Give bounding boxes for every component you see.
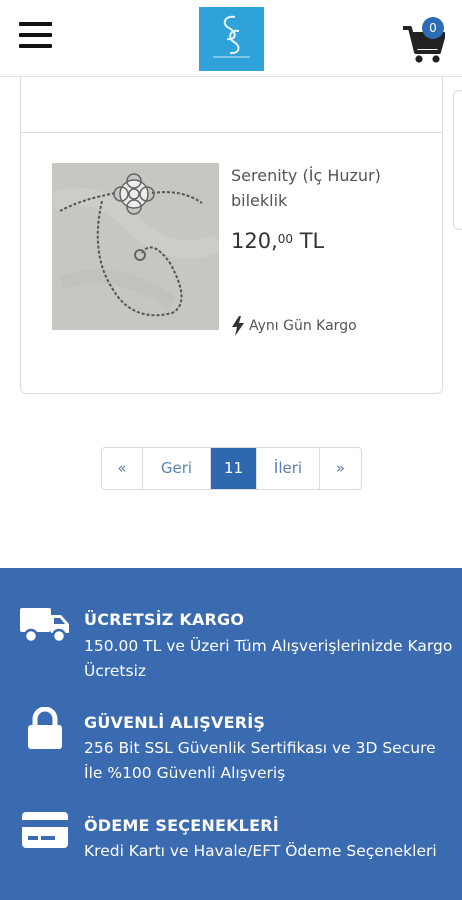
pagination-last[interactable]: » bbox=[320, 448, 361, 489]
product-name[interactable]: Serenity (İç Huzur) bileklik bbox=[231, 163, 421, 213]
pagination-next[interactable]: İleri bbox=[257, 448, 320, 489]
feature-description: 256 Bit SSL Güvenlik Sertifikası ve 3D S… bbox=[84, 739, 436, 782]
pagination: « Geri 11 İleri » bbox=[101, 447, 362, 490]
lock-icon bbox=[28, 707, 62, 749]
product-price: 120,00 TL bbox=[231, 229, 324, 253]
hamburger-menu-icon[interactable] bbox=[19, 22, 52, 52]
feature-title: ÖDEME SEÇENEKLERİ bbox=[84, 816, 279, 835]
pagination-prev[interactable]: Geri bbox=[143, 448, 211, 489]
product-image[interactable] bbox=[52, 163, 219, 330]
feature-description: Kredi Kartı ve Havale/EFT Ödeme Seçenekl… bbox=[84, 842, 437, 860]
side-panel-edge bbox=[453, 90, 462, 230]
product-card: Serenity (İç Huzur) bileklik 120,00 TL A… bbox=[20, 133, 443, 394]
brand-logo[interactable] bbox=[199, 7, 264, 71]
shipping-label: Aynı Gün Kargo bbox=[249, 318, 357, 334]
pagination-current[interactable]: 11 bbox=[211, 448, 257, 489]
product-card-previous bbox=[20, 77, 443, 133]
feature-description: 150.00 TL ve Üzeri Tüm Alışverişlerinizd… bbox=[84, 637, 453, 680]
price-decimal: 00 bbox=[277, 232, 294, 246]
footer-features: ÜCRETSİZ KARGO 150.00 TL ve Üzeri Tüm Al… bbox=[0, 568, 462, 900]
price-whole: 120, bbox=[231, 229, 278, 253]
price-currency: TL bbox=[299, 229, 325, 253]
truck-icon bbox=[20, 608, 69, 644]
credit-card-icon bbox=[22, 812, 68, 848]
shipping-info: Aynı Gün Kargo bbox=[231, 316, 357, 336]
pagination-first[interactable]: « bbox=[102, 448, 143, 489]
feature-title: GÜVENLİ ALIŞVERİŞ bbox=[84, 713, 266, 732]
cart-count-badge: 0 bbox=[422, 17, 444, 39]
feature-title: ÜCRETSİZ KARGO bbox=[84, 610, 245, 629]
top-header: 0 bbox=[0, 0, 462, 77]
lightning-icon bbox=[232, 316, 244, 336]
